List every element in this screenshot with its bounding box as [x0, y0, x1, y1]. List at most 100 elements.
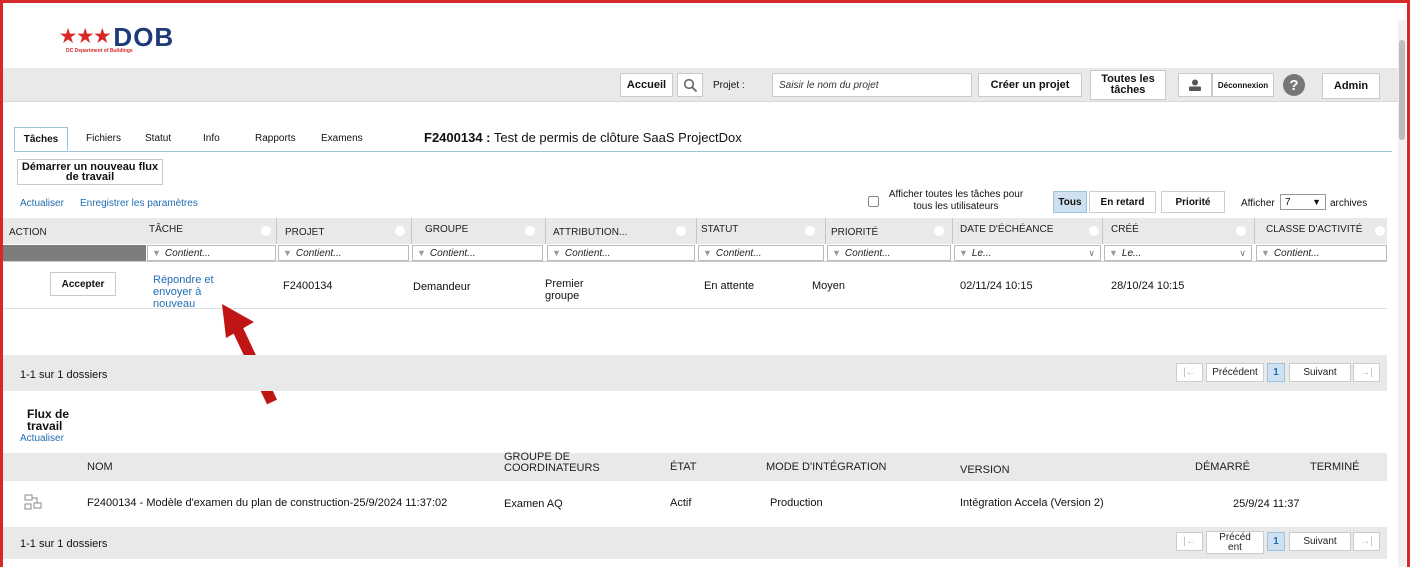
sort-icon[interactable]: [1089, 226, 1099, 236]
due-date-filter[interactable]: ▼ Le... ∨: [954, 245, 1101, 261]
wf-col-group[interactable]: GROUPE DE COORDINATEURS: [504, 452, 600, 474]
refresh-link[interactable]: Actualiser: [20, 198, 64, 209]
all-tasks-button[interactable]: Toutes les tâches: [1090, 70, 1166, 100]
show-count-select[interactable]: 7 ▼: [1280, 194, 1326, 210]
created-filter[interactable]: ▼ Le... ∨: [1104, 245, 1252, 261]
page-title: F2400134 : Test de permis de clôture Saa…: [424, 130, 742, 145]
row-group: Demandeur: [413, 281, 471, 293]
project-search-input[interactable]: Saisir le nom du projet: [772, 73, 972, 97]
filter-icon: ▼: [1109, 248, 1118, 258]
wf-row-version-link[interactable]: Intégration Accela (Version 2): [960, 497, 1104, 509]
sort-icon[interactable]: [934, 226, 944, 236]
col-assignment[interactable]: ATTRIBUTION...: [553, 227, 627, 238]
filter-icon: ▼: [417, 248, 426, 258]
task-link[interactable]: Répondre et envoyer à nouveau: [153, 274, 214, 310]
status-filter[interactable]: ▼ Contient...: [698, 245, 824, 261]
sort-icon[interactable]: [676, 226, 686, 236]
tab-info[interactable]: Info: [203, 133, 220, 144]
col-divider: [696, 218, 697, 244]
filter-icon: ▼: [552, 248, 561, 258]
save-settings-link[interactable]: Enregistrer les paramètres: [80, 198, 198, 209]
accept-button[interactable]: Accepter: [50, 272, 116, 296]
filter-late-button[interactable]: En retard: [1089, 191, 1156, 213]
wf-last-page-button[interactable]: →|: [1353, 532, 1380, 551]
sort-icon[interactable]: [261, 226, 271, 236]
tab-reports[interactable]: Rapports: [255, 133, 296, 144]
sort-icon[interactable]: [805, 226, 815, 236]
scrollbar[interactable]: [1398, 20, 1406, 567]
col-group[interactable]: GROUPE: [425, 224, 468, 235]
workflow-record-count: 1-1 sur 1 dossiers: [20, 538, 108, 550]
row-due-date: 02/11/24 10:15: [960, 280, 1033, 292]
group-filter[interactable]: ▼ Contient...: [412, 245, 543, 261]
last-page-button[interactable]: →|: [1353, 363, 1380, 382]
col-divider: [545, 218, 546, 244]
filter-all-button[interactable]: Tous: [1053, 191, 1087, 213]
show-all-checkbox[interactable]: [868, 196, 879, 207]
task-filter[interactable]: ▼ Contient...: [147, 245, 276, 261]
col-status[interactable]: STATUT: [701, 224, 738, 235]
wf-col-name[interactable]: NOM: [87, 461, 113, 473]
wf-row-mode: Production: [770, 497, 823, 509]
show-all-label: Afficher toutes les tâches pour tous les…: [888, 189, 1024, 212]
wf-next-page-button[interactable]: Suivant: [1289, 532, 1351, 551]
first-page-button[interactable]: |←: [1176, 363, 1203, 382]
col-divider: [1254, 218, 1255, 244]
chevron-down-icon: ∨: [1088, 247, 1095, 258]
wf-col-state[interactable]: ÉTAT: [670, 461, 696, 473]
dob-logo: ★★★DOB DC Department of Buildings: [60, 22, 175, 54]
workflow-refresh-link[interactable]: Actualiser: [20, 433, 64, 444]
sort-icon[interactable]: [1236, 226, 1246, 236]
sort-icon[interactable]: [525, 226, 535, 236]
col-due-date[interactable]: DATE D'ÉCHÉANCE: [960, 224, 1053, 235]
create-project-button[interactable]: Créer un projet: [978, 73, 1082, 97]
search-button[interactable]: [677, 73, 703, 97]
prev-page-button[interactable]: Précédent: [1206, 363, 1264, 382]
activity-filter[interactable]: ▼ Contient...: [1256, 245, 1387, 261]
col-project[interactable]: PROJET: [285, 227, 324, 238]
filter-icon: ▼: [703, 248, 712, 258]
tab-status[interactable]: Statut: [145, 133, 171, 144]
priority-filter[interactable]: ▼ Contient...: [827, 245, 951, 261]
next-page-button[interactable]: Suivant: [1289, 363, 1351, 382]
filter-icon: ▼: [1261, 248, 1270, 258]
wf-row-group: Examen AQ: [504, 498, 563, 510]
sort-icon[interactable]: [1375, 226, 1385, 236]
show-label: Afficher: [1241, 198, 1275, 209]
tab-divider: [14, 151, 1392, 152]
sort-icon[interactable]: [395, 226, 405, 236]
filter-icon: ▼: [832, 248, 841, 258]
tab-files[interactable]: Fichiers: [86, 133, 121, 144]
home-button[interactable]: Accueil: [620, 73, 673, 97]
wf-col-version[interactable]: VERSION: [960, 464, 1010, 476]
filter-icon: ▼: [959, 248, 968, 258]
col-activity-class[interactable]: CLASSE D'ACTIVITÉ: [1266, 224, 1362, 235]
tab-reviews[interactable]: Examens: [321, 133, 363, 144]
search-icon: [683, 78, 697, 92]
col-priority[interactable]: PRIORITÉ: [831, 227, 878, 238]
scrollbar-thumb[interactable]: [1399, 40, 1405, 140]
col-divider: [952, 218, 953, 244]
workflow-icon: [24, 494, 42, 510]
filter-priority-button[interactable]: Priorité: [1161, 191, 1225, 213]
wf-page-1-button[interactable]: 1: [1267, 532, 1285, 551]
wf-prev-page-button[interactable]: Précéd ent: [1206, 531, 1264, 554]
wf-col-mode[interactable]: MODE D'INTÉGRATION: [766, 461, 886, 473]
tasks-record-count: 1-1 sur 1 dossiers: [20, 369, 108, 381]
start-workflow-button[interactable]: Démarrer un nouveau flux de travail: [17, 159, 163, 185]
chevron-down-icon: ∨: [1239, 247, 1246, 258]
admin-button[interactable]: Admin: [1322, 73, 1380, 99]
project-filter[interactable]: ▼ Contient...: [278, 245, 409, 261]
page-1-button[interactable]: 1: [1267, 363, 1285, 382]
logout-button[interactable]: Déconnexion: [1212, 73, 1274, 97]
wf-first-page-button[interactable]: |←: [1176, 532, 1203, 551]
col-created[interactable]: CRÉÉ: [1111, 224, 1139, 235]
user-button[interactable]: [1178, 73, 1212, 97]
tab-tasks[interactable]: Tâches: [14, 127, 68, 151]
wf-col-finished[interactable]: TERMINÉ: [1310, 461, 1360, 473]
wf-col-started[interactable]: DÉMARRÉ: [1195, 461, 1250, 473]
wf-row-state: Actif: [670, 497, 692, 509]
col-task[interactable]: TÂCHE: [149, 224, 183, 235]
help-icon[interactable]: ?: [1283, 74, 1305, 96]
assignment-filter[interactable]: ▼ Contient...: [547, 245, 695, 261]
